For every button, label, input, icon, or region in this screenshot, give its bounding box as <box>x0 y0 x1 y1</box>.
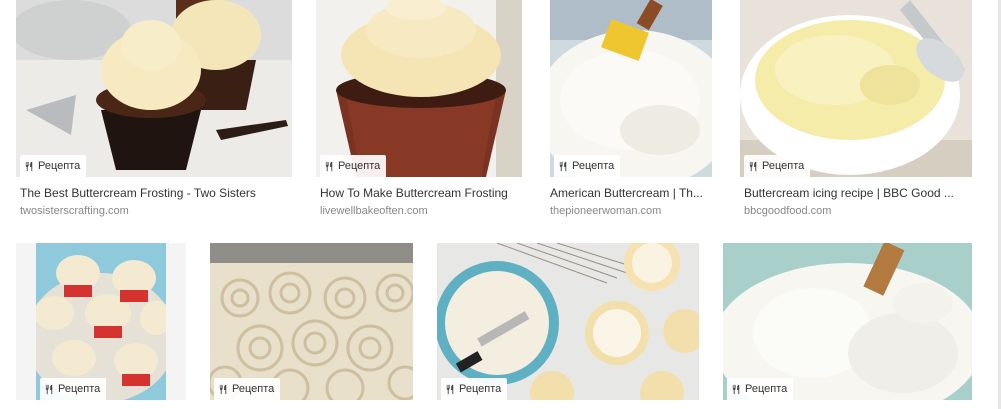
recipe-badge: Рецепта <box>320 155 387 177</box>
badge-label: Рецепта <box>762 160 805 172</box>
recipe-badge: Рецепта <box>727 378 794 400</box>
recipe-badge: Рецепта <box>554 155 621 177</box>
result-domain: twosisterscrafting.com <box>20 205 129 217</box>
result-thumbnail[interactable]: Рецепта <box>16 0 292 177</box>
recipe-badge: Рецепта <box>40 378 107 400</box>
result-domain: thepioneerwoman.com <box>550 205 662 217</box>
frosting-bowl-image <box>550 0 712 177</box>
badge-label: Рецепта <box>58 383 101 395</box>
result-thumbnail[interactable]: Рецепта <box>316 0 522 177</box>
result-title[interactable]: How To Make Buttercream Frosting <box>320 186 520 200</box>
result-card[interactable]: Рецепта <box>437 243 699 400</box>
badge-label: Рецепта <box>459 383 502 395</box>
result-card[interactable]: Рецепта American Buttercream | Th... the… <box>550 0 712 222</box>
result-thumbnail[interactable]: Рецепта <box>210 243 413 400</box>
result-card[interactable]: Рецепта <box>16 243 186 400</box>
cupcake-image <box>316 0 522 177</box>
frosting-bowl-cupcakes-image <box>437 243 699 400</box>
icing-bowl-image <box>740 0 972 177</box>
cupcakes-platter-image <box>36 243 166 400</box>
rosette-cake-image <box>210 243 413 400</box>
result-card[interactable]: Рецепта The Best Buttercream Frosting - … <box>16 0 292 222</box>
result-thumbnail[interactable]: Рецепта <box>740 0 972 177</box>
result-card[interactable]: Рецепта <box>723 243 972 400</box>
recipe-badge: Рецепта <box>744 155 811 177</box>
recipe-badge: Рецепта <box>214 378 281 400</box>
badge-label: Рецепта <box>232 383 275 395</box>
result-title[interactable]: Buttercream icing recipe | BBC Good ... <box>744 186 970 200</box>
result-title[interactable]: American Buttercream | Th... <box>550 186 712 200</box>
fork-knife-icon <box>749 161 757 171</box>
whipped-frosting-image <box>723 243 972 400</box>
recipe-badge: Рецепта <box>20 155 87 177</box>
result-thumbnail[interactable]: Рецепта <box>550 0 712 177</box>
result-thumbnail[interactable]: Рецепта <box>723 243 972 400</box>
result-card[interactable]: Рецепта Buttercream icing recipe | BBC G… <box>740 0 972 222</box>
result-card[interactable]: Рецепта <box>210 243 413 400</box>
result-domain: livewellbakeoften.com <box>320 205 428 217</box>
badge-label: Рецепта <box>745 383 788 395</box>
result-domain: bbcgoodfood.com <box>744 205 832 217</box>
result-thumbnail[interactable]: Рецепта <box>16 243 186 400</box>
fork-knife-icon <box>219 384 227 394</box>
badge-label: Рецепта <box>572 160 615 172</box>
badge-label: Рецепта <box>338 160 381 172</box>
fork-knife-icon <box>25 161 33 171</box>
cupcake-image <box>16 0 292 177</box>
fork-knife-icon <box>732 384 740 394</box>
fork-knife-icon <box>446 384 454 394</box>
fork-knife-icon <box>559 161 567 171</box>
result-thumbnail[interactable]: Рецепта <box>437 243 699 400</box>
result-title[interactable]: The Best Buttercream Frosting - Two Sist… <box>20 186 290 200</box>
badge-label: Рецепта <box>38 160 81 172</box>
fork-knife-icon <box>45 384 53 394</box>
fork-knife-icon <box>325 161 333 171</box>
recipe-badge: Рецепта <box>441 378 508 400</box>
result-card[interactable]: Рецепта How To Make Buttercream Frosting… <box>316 0 522 222</box>
